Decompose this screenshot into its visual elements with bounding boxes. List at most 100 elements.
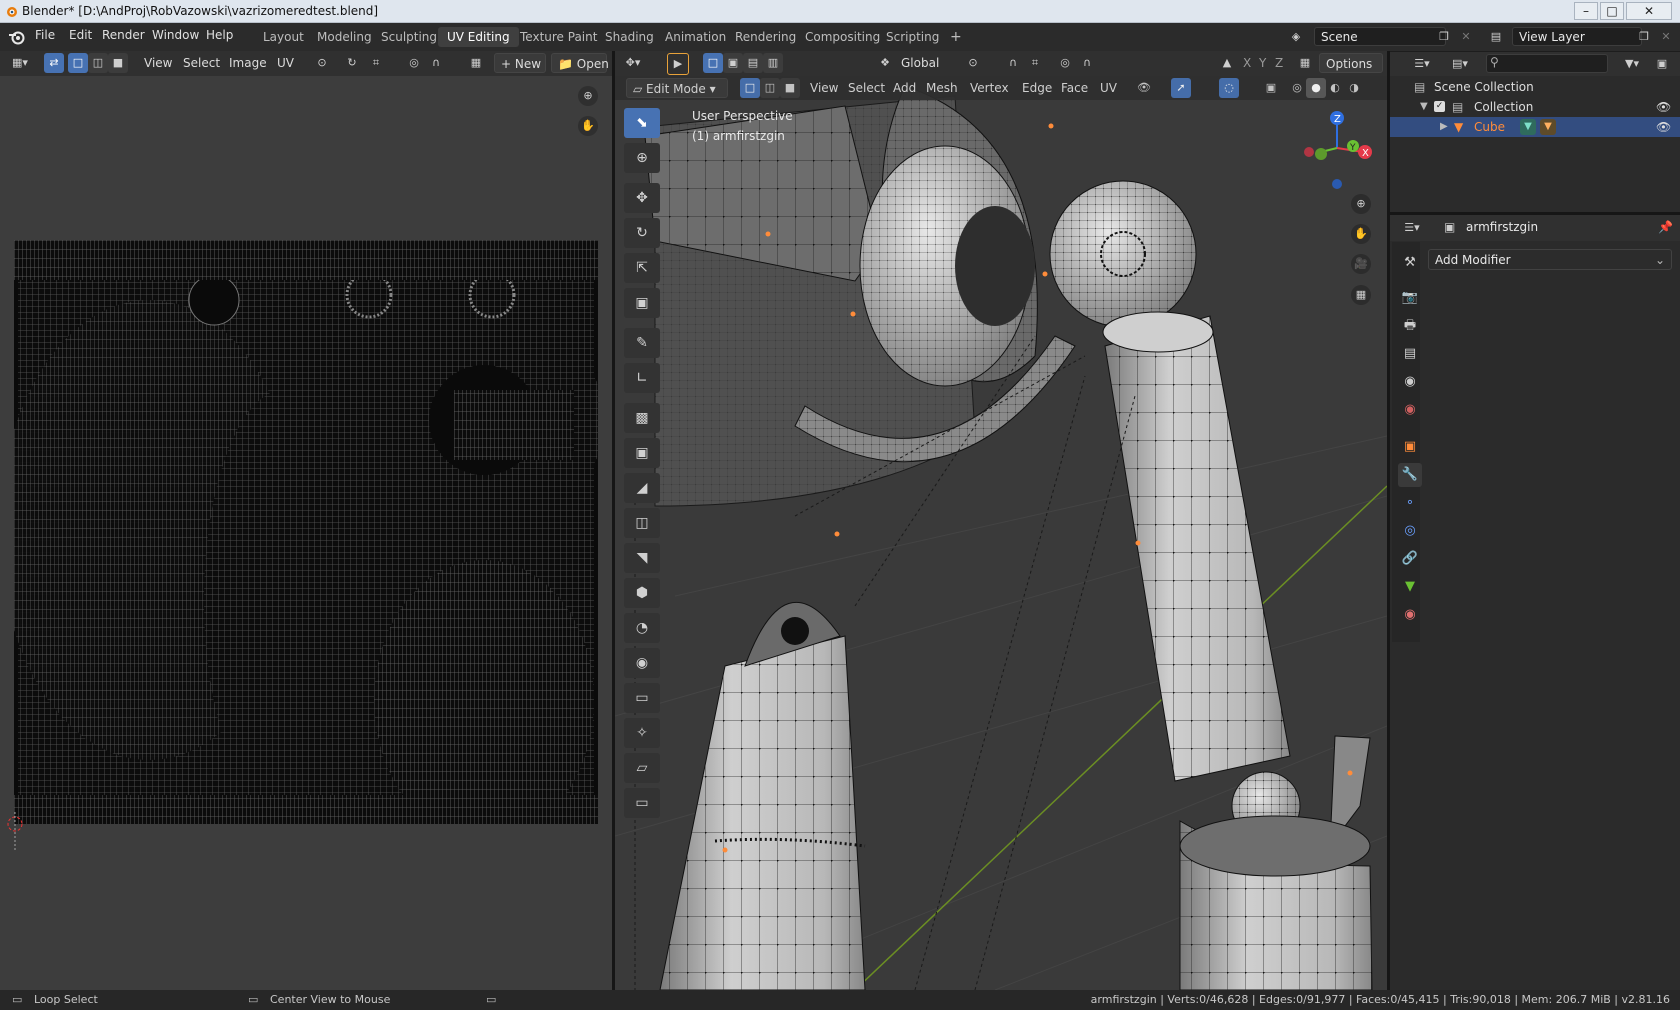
- falloff-icon[interactable]: ∩: [426, 53, 446, 73]
- viewport-menu-edge[interactable]: Edge: [1016, 78, 1058, 98]
- tool-spin-icon[interactable]: ◔: [624, 613, 660, 643]
- add-workspace-button[interactable]: +: [941, 27, 971, 47]
- tool-move-icon[interactable]: ✥: [624, 183, 660, 213]
- data-tab-icon[interactable]: ▼: [1398, 575, 1422, 599]
- object-tab-icon[interactable]: ▣: [1398, 435, 1422, 459]
- uv-menu-uv[interactable]: UV: [271, 53, 300, 73]
- exclude-checkbox[interactable]: ✓: [1434, 101, 1445, 112]
- physics-tab-icon[interactable]: ◎: [1398, 519, 1422, 543]
- viewport-pan-icon[interactable]: ✋: [1351, 224, 1371, 244]
- viewport-menu-uv[interactable]: UV: [1094, 78, 1123, 98]
- tool-rip-icon[interactable]: ▭: [624, 788, 660, 818]
- tool-bevel-icon[interactable]: ◢: [624, 473, 660, 503]
- workspace-tab-uv-editing[interactable]: UV Editing: [438, 27, 519, 47]
- properties-editor-type-icon[interactable]: ☰▾: [1402, 218, 1422, 238]
- perspective-toggle-icon[interactable]: ▦: [1351, 285, 1371, 305]
- tool-shear-icon[interactable]: ▱: [624, 753, 660, 783]
- new-scene-icon[interactable]: ❐: [1434, 27, 1454, 47]
- render-tab-icon[interactable]: 📷: [1398, 286, 1422, 310]
- workspace-tab-texture-paint[interactable]: Texture Paint: [511, 27, 606, 47]
- modifier-icon[interactable]: ▼: [1540, 119, 1556, 135]
- gizmo-toggle-icon[interactable]: ➚: [1171, 78, 1191, 98]
- collapse-arrow-icon[interactable]: ▼: [1420, 97, 1428, 117]
- view-layer-selector[interactable]: View Layer: [1512, 27, 1642, 46]
- select-tool-icon[interactable]: ▶: [667, 53, 689, 75]
- auto-merge-icon[interactable]: ▦: [1295, 53, 1315, 73]
- select-mode-intersect-icon[interactable]: ▥: [763, 53, 783, 73]
- remove-view-layer-icon[interactable]: ✕: [1656, 27, 1676, 47]
- proportional-falloff-icon[interactable]: ∩: [1077, 53, 1097, 73]
- outliner-editor-type-icon[interactable]: ☰▾: [1412, 54, 1432, 74]
- options-dropdown[interactable]: Options: [1319, 53, 1383, 73]
- uv-menu-view[interactable]: View: [138, 53, 178, 73]
- particles-tab-icon[interactable]: ∘: [1398, 491, 1422, 515]
- edge-select-mode-icon[interactable]: ◫: [88, 53, 108, 73]
- collection-visibility-eye-icon[interactable]: 👁: [1656, 97, 1671, 117]
- viewport-editor-type-icon[interactable]: ✥▾: [623, 53, 643, 73]
- viewport-menu-face[interactable]: Face: [1055, 78, 1094, 98]
- add-modifier-dropdown[interactable]: Add Modifier ⌄: [1428, 249, 1672, 270]
- tool-smooth-icon[interactable]: ◉: [624, 648, 660, 678]
- menu-render[interactable]: Render: [102, 28, 145, 42]
- workspace-tab-scripting[interactable]: Scripting: [877, 27, 948, 47]
- select-mode-subtract-icon[interactable]: ▤: [743, 53, 763, 73]
- tool-annotate-icon[interactable]: ✎: [624, 328, 660, 358]
- face-select-icon[interactable]: ■: [780, 78, 800, 98]
- uv-menu-image[interactable]: Image: [223, 53, 273, 73]
- display-mode-icon[interactable]: ▤▾: [1450, 54, 1470, 74]
- minimize-button[interactable]: –: [1574, 2, 1598, 20]
- tool-cursor-icon[interactable]: ⊕: [624, 143, 660, 173]
- edge-select-icon[interactable]: ◫: [760, 78, 780, 98]
- tool-knife-icon[interactable]: ◥: [624, 543, 660, 573]
- maximize-button[interactable]: □: [1600, 2, 1624, 20]
- workspace-tab-animation[interactable]: Animation: [656, 27, 735, 47]
- close-window-button[interactable]: ✕: [1626, 2, 1672, 20]
- outliner-row-collection[interactable]: ▼ ✓ ▤ Collection 👁: [1390, 97, 1680, 117]
- transform-orientation-icon[interactable]: ❖: [875, 53, 895, 73]
- snap-target-icon[interactable]: ⌗: [1025, 53, 1045, 73]
- workspace-tab-shading[interactable]: Shading: [596, 27, 663, 47]
- pivot-icon[interactable]: ⊙: [963, 53, 983, 73]
- blender-menu-icon[interactable]: [8, 29, 26, 45]
- snap-magnet-icon[interactable]: ∩: [1003, 53, 1023, 73]
- view-layer-tab-icon[interactable]: ▤: [1398, 342, 1422, 366]
- viewport-zoom-icon[interactable]: ⊕: [1351, 194, 1371, 214]
- zoom-icon[interactable]: ⊕: [578, 86, 598, 106]
- viewport-menu-add[interactable]: Add: [887, 78, 922, 98]
- tool-scale-icon[interactable]: ⇱: [624, 253, 660, 283]
- tool-poly-build-icon[interactable]: ⬢: [624, 578, 660, 608]
- view-layer-icon[interactable]: ▤: [1486, 27, 1506, 47]
- rendered-shading-icon[interactable]: ◑: [1344, 78, 1364, 98]
- mirror-z[interactable]: Z: [1269, 53, 1289, 73]
- new-view-layer-icon[interactable]: ❐: [1634, 27, 1654, 47]
- workspace-tab-sculpting[interactable]: Sculpting: [372, 27, 446, 47]
- tool-loop-cut-icon[interactable]: ◫: [624, 508, 660, 538]
- editor-type-icon[interactable]: ▦▾: [10, 53, 30, 73]
- image-browse-icon[interactable]: ▦: [466, 53, 486, 73]
- tool-shrink-icon[interactable]: ✧: [624, 718, 660, 748]
- material-tab-icon[interactable]: ◉: [1398, 603, 1422, 627]
- mode-dropdown[interactable]: ▱ Edit Mode ▾: [626, 78, 728, 98]
- filter-icon[interactable]: ▼▾: [1622, 54, 1642, 74]
- select-mode-extend-icon[interactable]: ▣: [723, 53, 743, 73]
- pivot-point-icon[interactable]: ⊙: [312, 53, 332, 73]
- tool-inset-icon[interactable]: ▣: [624, 438, 660, 468]
- snap-icon[interactable]: ⌗: [366, 53, 386, 73]
- viewport-menu-view[interactable]: View: [804, 78, 844, 98]
- pan-hand-icon[interactable]: ✋: [578, 116, 598, 136]
- uv-layout-image[interactable]: [14, 240, 598, 824]
- camera-view-icon[interactable]: 🎥: [1351, 254, 1371, 274]
- 3d-viewport[interactable]: [615, 76, 1387, 990]
- wireframe-shading-icon[interactable]: ◎: [1287, 78, 1307, 98]
- select-mode-new-icon[interactable]: □: [703, 53, 723, 73]
- menu-edit[interactable]: Edit: [69, 28, 92, 42]
- menu-window[interactable]: Window: [152, 28, 199, 42]
- visibility-eye-icon[interactable]: 👁: [1134, 78, 1154, 98]
- constraints-tab-icon[interactable]: 🔗: [1398, 547, 1422, 571]
- vertex-select-mode-icon[interactable]: □: [68, 53, 88, 73]
- tool-select-box-icon[interactable]: ⬊: [624, 108, 660, 138]
- viewport-menu-vertex[interactable]: Vertex: [964, 78, 1015, 98]
- navigation-gizmo[interactable]: Z X Y: [1295, 108, 1375, 193]
- tool-rotate-icon[interactable]: ↻: [624, 218, 660, 248]
- tool-tab-icon[interactable]: ⚒: [1398, 251, 1422, 275]
